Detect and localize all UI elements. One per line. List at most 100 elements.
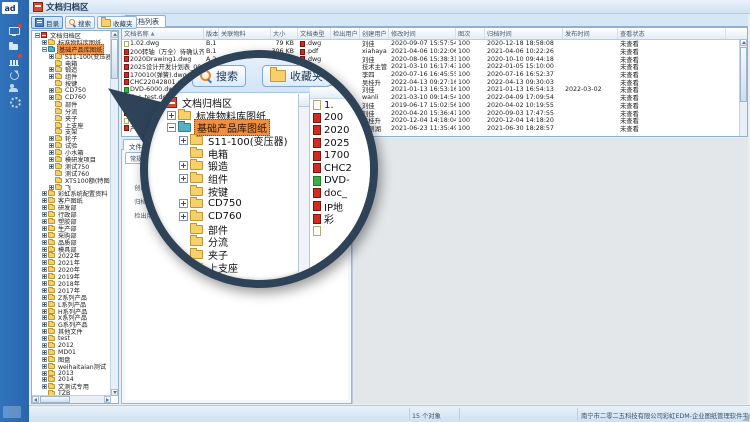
resize-grip[interactable]: [742, 414, 749, 421]
expander-plus-icon[interactable]: [42, 357, 47, 362]
folder2-icon[interactable]: [9, 42, 20, 53]
magnifier-file-row[interactable]: 200: [313, 112, 352, 125]
expander-plus-icon[interactable]: [42, 371, 47, 376]
tree-item[interactable]: 其他文件: [33, 328, 110, 335]
magnifier-file-row[interactable]: 彩: [313, 212, 352, 225]
tree-item[interactable]: CD750: [153, 198, 297, 211]
expander-plus-icon[interactable]: [42, 219, 47, 224]
expander-plus-icon[interactable]: [179, 136, 188, 145]
tree-item[interactable]: 文测试专用: [33, 383, 110, 390]
expander-plus-icon[interactable]: [42, 343, 47, 348]
folder-icon: [178, 111, 191, 120]
magnifier-file-row[interactable]: CHC2: [313, 162, 352, 175]
expander-plus-icon[interactable]: [167, 111, 176, 120]
expander-plus-icon[interactable]: [42, 260, 47, 265]
tree-item[interactable]: CD750: [33, 87, 110, 94]
expander-plus-icon[interactable]: [42, 295, 47, 300]
expander-plus-icon[interactable]: [42, 281, 47, 286]
magnifier-file-row[interactable]: 1700: [313, 149, 352, 162]
sidebar-bottom-tile-icon[interactable]: [3, 406, 21, 418]
magnifier-file-row[interactable]: 2025: [313, 137, 352, 150]
expander-plus-icon[interactable]: [42, 253, 47, 258]
column-header-10[interactable]: 发布时间: [563, 28, 618, 39]
expander-plus-icon[interactable]: [42, 205, 47, 210]
expander-plus-icon[interactable]: [49, 136, 54, 141]
expander-plus-icon[interactable]: [42, 240, 47, 245]
users-icon[interactable]: [9, 83, 20, 94]
expander-plus-icon[interactable]: [49, 185, 54, 190]
tree-item[interactable]: 按键: [33, 80, 110, 87]
cell-7: 2020-07-16 16:45:55: [389, 71, 456, 78]
expander-plus-icon[interactable]: [49, 164, 54, 169]
expander-plus-icon[interactable]: [49, 88, 54, 93]
monitor-icon[interactable]: [9, 26, 20, 37]
expander-plus-icon[interactable]: [42, 226, 47, 231]
expander-plus-icon[interactable]: [42, 329, 47, 334]
tree-horizontal-scrollbar[interactable]: [32, 395, 111, 403]
expander-plus-icon[interactable]: [42, 233, 47, 238]
expander-plus-icon[interactable]: [42, 212, 47, 217]
tree-tab-搜索[interactable]: 搜索: [65, 16, 95, 29]
tree-vertical-scrollbar[interactable]: [110, 31, 118, 396]
column-header-8[interactable]: 图次: [456, 28, 485, 39]
tree-item[interactable]: weihaitaian测试: [33, 363, 110, 370]
gear-icon[interactable]: [9, 96, 20, 107]
tree-item[interactable]: 按键: [153, 185, 297, 198]
magnifier-file-row[interactable]: 2020: [313, 124, 352, 137]
expander-plus-icon[interactable]: [49, 54, 54, 59]
expander-plus-icon[interactable]: [42, 191, 47, 196]
expander-plus-icon[interactable]: [49, 74, 54, 79]
expander-plus-icon[interactable]: [49, 67, 54, 72]
column-header-9[interactable]: 归档时间: [485, 28, 563, 39]
column-header-6[interactable]: 创建用户: [360, 28, 389, 39]
tree-item[interactable]: 2012: [33, 342, 110, 349]
expander-plus-icon[interactable]: [42, 40, 47, 45]
expander-plus-icon[interactable]: [42, 274, 47, 279]
magnifier-file-row[interactable]: 1.: [313, 99, 352, 112]
expander-minus-icon[interactable]: [167, 123, 176, 132]
column-header-0[interactable]: 文档名称▲: [122, 28, 204, 39]
column-header-5[interactable]: 检出用户: [331, 28, 360, 39]
expander-plus-icon[interactable]: [42, 336, 47, 341]
expander-plus-icon[interactable]: [42, 247, 47, 252]
expander-plus-icon[interactable]: [49, 95, 54, 100]
sync-icon[interactable]: [9, 70, 20, 81]
tree-item[interactable]: 上支座: [153, 261, 297, 274]
expander-plus-icon[interactable]: [42, 364, 47, 369]
column-header-7[interactable]: 修改时间: [389, 28, 456, 39]
column-header-2[interactable]: 关联物料: [219, 28, 271, 39]
expander-plus-icon[interactable]: [49, 157, 54, 162]
magnifier-file-row[interactable]: DVD-: [313, 175, 352, 188]
expander-plus-icon[interactable]: [42, 384, 47, 389]
expander-plus-icon[interactable]: [179, 161, 188, 170]
expander-plus-icon[interactable]: [42, 350, 47, 355]
magnifier-tab-收藏夹[interactable]: 收藏夹: [262, 65, 331, 87]
expander-plus-icon[interactable]: [42, 322, 47, 327]
expander-plus-icon[interactable]: [49, 143, 54, 148]
expander-plus-icon[interactable]: [179, 174, 188, 183]
expander-plus-icon[interactable]: [42, 198, 47, 203]
expander-minus-icon[interactable]: [42, 47, 47, 52]
expander-plus-icon[interactable]: [179, 199, 188, 208]
expander-plus-icon[interactable]: [42, 302, 47, 307]
tree-tab-收藏夹[interactable]: 收藏夹: [97, 16, 137, 29]
column-header-3[interactable]: 大小: [271, 28, 298, 39]
expander-plus-icon[interactable]: [42, 377, 47, 382]
tree-tab-目录[interactable]: 目录: [31, 16, 63, 29]
expander-plus-icon[interactable]: [42, 315, 47, 320]
magnifier-tab-搜索[interactable]: 搜索: [192, 65, 246, 87]
list-vertical-scrollbar[interactable]: [739, 39, 747, 136]
column-header-1[interactable]: 版本: [204, 28, 219, 39]
chart-icon[interactable]: [9, 56, 20, 67]
expander-plus-icon[interactable]: [49, 150, 54, 155]
expander-minus-icon[interactable]: [35, 33, 40, 38]
magnifier-file-row[interactable]: [313, 225, 352, 238]
expander-plus-icon[interactable]: [42, 288, 47, 293]
expander-plus-icon[interactable]: [42, 267, 47, 272]
expander-plus-icon[interactable]: [42, 309, 47, 314]
column-header-11[interactable]: 查看状态: [618, 28, 726, 39]
tree-item[interactable]: MD01: [33, 349, 110, 356]
magnifier-scrollbar[interactable]: [298, 94, 310, 284]
expander-plus-icon[interactable]: [179, 212, 188, 221]
column-header-4[interactable]: 文档类型: [298, 28, 331, 39]
